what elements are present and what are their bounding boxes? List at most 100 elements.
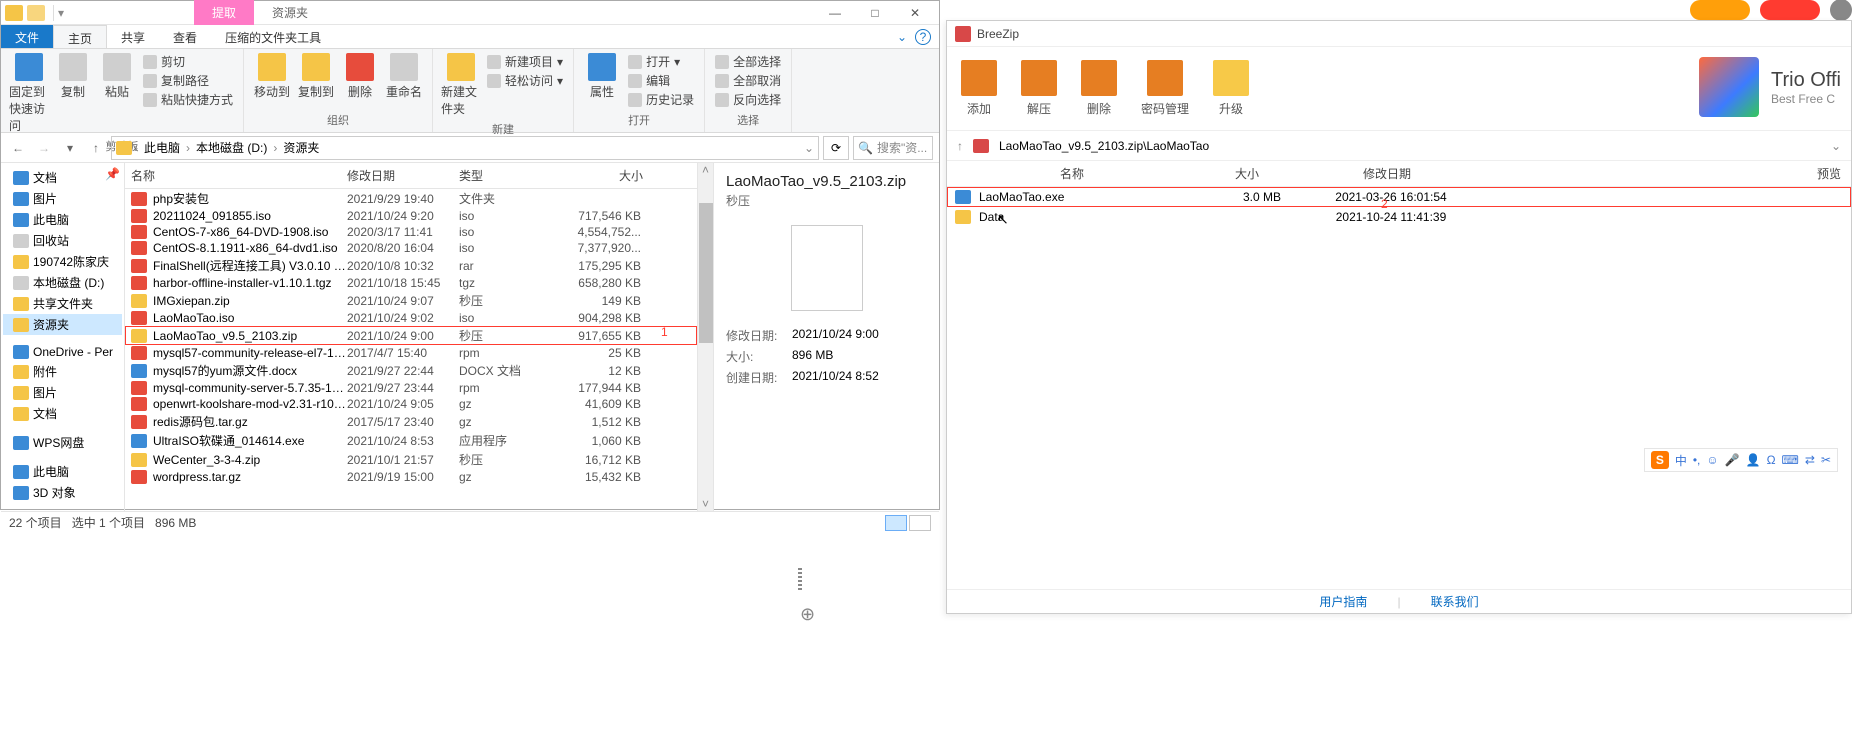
col-type[interactable]: 类型	[459, 167, 563, 184]
file-row[interactable]: 20211024_091855.iso 2021/10/24 9:20 iso …	[125, 208, 697, 224]
crumb-this-pc[interactable]: 此电脑	[140, 139, 184, 156]
new-item-button[interactable]: 新建项目▾	[487, 53, 563, 70]
chevron-icon[interactable]: ›	[134, 141, 138, 155]
chevron-icon[interactable]: ›	[273, 141, 277, 155]
ribbon-chevron[interactable]: ⌄	[897, 30, 907, 44]
tree-item-attachments[interactable]: 附件	[3, 361, 122, 382]
bz-delete-button[interactable]: 删除	[1081, 60, 1117, 117]
tree-item-3d[interactable]: 3D 对象	[3, 482, 122, 503]
file-row[interactable]: UltraISO软碟通_014614.exe 2021/10/24 8:53 应…	[125, 431, 697, 450]
tree-item-documents2[interactable]: 文档	[3, 403, 122, 424]
scrollbar[interactable]: ˄ ˅	[697, 163, 713, 511]
bz-col-size[interactable]: 大小	[1197, 165, 1297, 182]
compressed-tools-tab[interactable]: 压缩的文件夹工具	[211, 25, 335, 48]
file-row[interactable]: redis源码包.tar.gz 2017/5/17 23:40 gz 1,512…	[125, 412, 697, 431]
ime-face-button[interactable]: ☺	[1706, 453, 1718, 467]
view-tab[interactable]: 查看	[159, 25, 211, 48]
pin-icon[interactable]: 📌	[105, 167, 120, 181]
invert-selection-button[interactable]: 反向选择	[715, 91, 781, 108]
back-button[interactable]: ←	[7, 137, 29, 159]
tree-item-recycle[interactable]: 回收站	[3, 230, 122, 251]
ime-omega-button[interactable]: Ω	[1767, 453, 1776, 467]
ime-lang-button[interactable]: 中	[1675, 452, 1687, 469]
share-tab[interactable]: 共享	[107, 25, 159, 48]
file-row[interactable]: CentOS-8.1.1911-x86_64-dvd1.iso 2020/8/2…	[125, 240, 697, 256]
bz-file-row[interactable]: Data 2021-10-24 11:41:39	[947, 207, 1851, 227]
forward-button[interactable]: →	[33, 137, 55, 159]
file-row[interactable]: LaoMaoTao.iso 2021/10/24 9:02 iso 904,29…	[125, 310, 697, 326]
bz-user-guide-link[interactable]: 用户指南	[1319, 593, 1367, 610]
bz-path-text[interactable]: LaoMaoTao_v9.5_2103.zip\LaoMaoTao	[999, 139, 1209, 153]
tree-item-pictures[interactable]: 图片	[3, 188, 122, 209]
ime-punct-button[interactable]: •,	[1693, 453, 1701, 467]
file-row[interactable]: openwrt-koolshare-mod-v2.31-r1082... 202…	[125, 396, 697, 412]
tree-item-folder[interactable]: 190742陈家庆	[3, 251, 122, 272]
breezip-ad[interactable]: Trio Offi Best Free C	[1699, 57, 1841, 117]
navigation-tree[interactable]: 📌 文档 图片 此电脑 回收站 190742陈家庆 本地磁盘 (D:) 共享文件…	[1, 163, 125, 511]
up-button[interactable]: ↑	[85, 137, 107, 159]
file-row[interactable]: harbor-offline-installer-v1.10.1.tgz 202…	[125, 275, 697, 291]
easy-access-button[interactable]: 轻松访问▾	[487, 72, 563, 89]
tree-item-wps[interactable]: WPS网盘	[3, 432, 122, 453]
properties-button[interactable]: 属性	[580, 51, 624, 102]
file-row[interactable]: LaoMaoTao_v9.5_2103.zip 2021/10/24 9:00 …	[125, 326, 697, 345]
column-headers[interactable]: 名称 修改日期 类型 大小	[125, 163, 697, 189]
ime-link-button[interactable]: ⇄	[1805, 453, 1815, 467]
details-view-button[interactable]	[885, 515, 907, 531]
edit-button[interactable]: 编辑	[628, 72, 694, 89]
bz-contact-link[interactable]: 联系我们	[1431, 593, 1479, 610]
tree-item-this-pc[interactable]: 此电脑	[3, 209, 122, 230]
select-none-button[interactable]: 全部取消	[715, 72, 781, 89]
bz-extract-button[interactable]: 解压	[1021, 60, 1057, 117]
file-row[interactable]: wordpress.tar.gz 2021/9/19 15:00 gz 15,4…	[125, 469, 697, 485]
tree-item-local-d[interactable]: 本地磁盘 (D:)	[3, 272, 122, 293]
sogou-logo-icon[interactable]: S	[1651, 451, 1669, 469]
chevron-icon[interactable]: ›	[186, 141, 190, 155]
bz-add-button[interactable]: 添加	[961, 60, 997, 117]
pin-quickaccess-button[interactable]: 固定到快速访问	[7, 51, 51, 136]
recent-button[interactable]: ▾	[59, 137, 81, 159]
open-button[interactable]: 打开▾	[628, 53, 694, 70]
extract-context-tab[interactable]: 提取	[194, 0, 254, 25]
file-row[interactable]: IMGxiepan.zip 2021/10/24 9:07 秒压 149 KB	[125, 291, 697, 310]
bz-upgrade-button[interactable]: 升级	[1213, 60, 1249, 117]
file-row[interactable]: mysql-community-server-5.7.35-1.el7... 2…	[125, 380, 697, 396]
paste-shortcut-button[interactable]: 粘贴快捷方式	[143, 91, 233, 108]
bz-up-button[interactable]: ↑	[957, 139, 963, 153]
ime-toolbar[interactable]: S 中 •, ☺ 🎤 👤 Ω ⌨ ⇄ ✂	[1644, 448, 1838, 472]
bz-path-dropdown[interactable]: ⌄	[1831, 139, 1841, 153]
ime-tool-button[interactable]: ✂	[1821, 453, 1831, 467]
tree-item-pictures2[interactable]: 图片	[3, 382, 122, 403]
select-all-button[interactable]: 全部选择	[715, 53, 781, 70]
tree-item-resources[interactable]: 资源夹	[3, 314, 122, 335]
bz-file-row[interactable]: LaoMaoTao.exe 3.0 MB 2021-03-26 16:01:54	[947, 187, 1851, 207]
file-row[interactable]: mysql57-community-release-el7-10.n... 20…	[125, 345, 697, 361]
move-to-button[interactable]: 移动到	[250, 51, 294, 102]
search-input[interactable]: 🔍 搜索"资...	[853, 136, 933, 160]
rename-button[interactable]: 重命名	[382, 51, 426, 102]
tree-item-share[interactable]: 共享文件夹	[3, 293, 122, 314]
refresh-button[interactable]: ⟳	[823, 136, 849, 160]
file-row[interactable]: php安装包 2021/9/29 19:40 文件夹	[125, 189, 697, 208]
copy-to-button[interactable]: 复制到	[294, 51, 338, 102]
bz-col-name[interactable]: 名称	[947, 165, 1197, 182]
scrollbar-thumb[interactable]	[699, 203, 713, 343]
minimize-button[interactable]: —	[815, 1, 855, 25]
bz-column-headers[interactable]: 名称 大小 修改日期 预览	[947, 161, 1851, 187]
bz-file-list[interactable]: LaoMaoTao.exe 3.0 MB 2021-03-26 16:01:54…	[947, 187, 1851, 227]
copy-path-button[interactable]: 复制路径	[143, 72, 233, 89]
help-icon[interactable]: ?	[915, 29, 931, 45]
paste-button[interactable]: 粘贴	[95, 51, 139, 102]
new-folder-button[interactable]: 新建文件夹	[439, 51, 483, 119]
file-list[interactable]: 名称 修改日期 类型 大小 php安装包 2021/9/29 19:40 文件夹…	[125, 163, 697, 511]
bz-col-preview[interactable]: 预览	[1477, 165, 1851, 182]
col-date[interactable]: 修改日期	[347, 167, 459, 184]
crumb-folder[interactable]: 资源夹	[279, 139, 323, 156]
icons-view-button[interactable]	[909, 515, 931, 531]
crumb-drive[interactable]: 本地磁盘 (D:)	[192, 139, 271, 156]
splitter-handle[interactable]	[792, 560, 808, 600]
qat-dropdown[interactable]: ▾	[58, 6, 64, 20]
delete-button[interactable]: 删除	[338, 51, 382, 102]
file-row[interactable]: mysql57的yum源文件.docx 2021/9/27 22:44 DOCX…	[125, 361, 697, 380]
tree-item-onedrive[interactable]: OneDrive - Per	[3, 343, 122, 361]
